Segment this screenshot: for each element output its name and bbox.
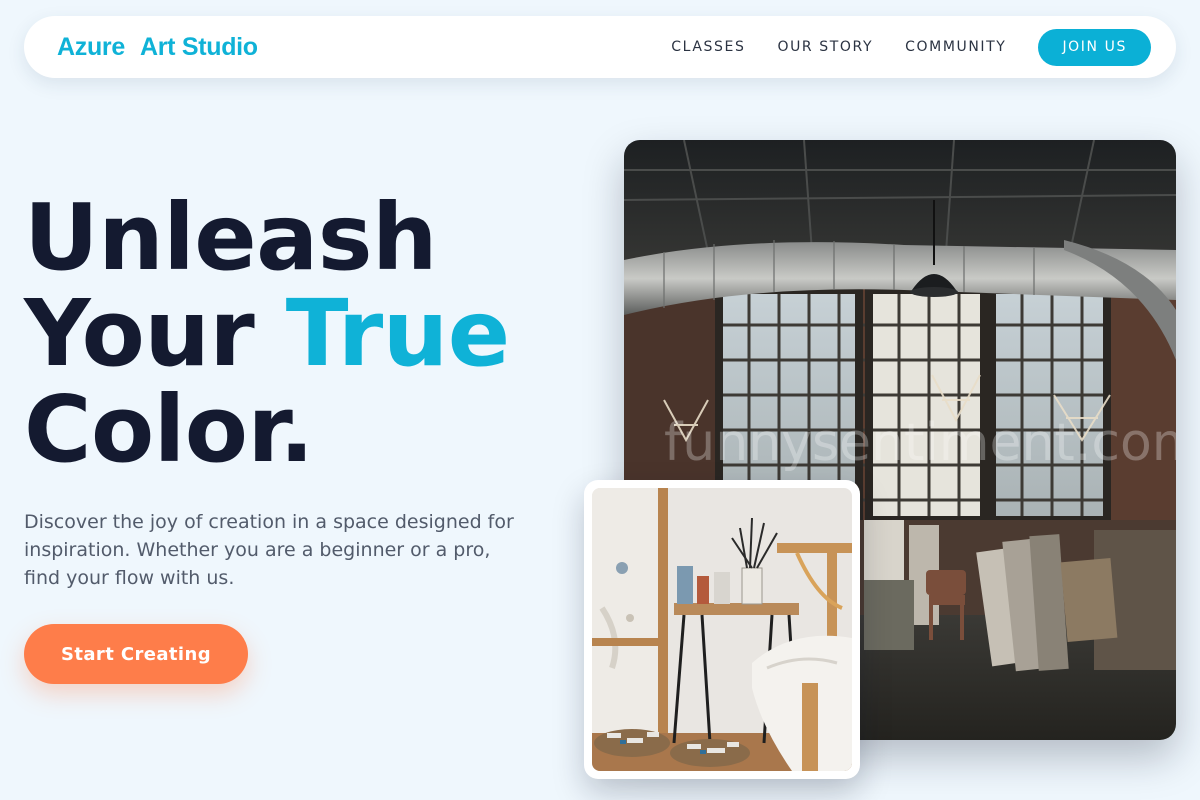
- logo-word-art-studio: Art Studio: [139, 32, 258, 61]
- hero-description: Discover the joy of creation in a space …: [24, 511, 514, 589]
- headline-line-1: Unleash: [24, 184, 437, 291]
- nav-links: CLASSES OUR STORY COMMUNITY JOIN US: [671, 28, 1151, 66]
- headline-word-your: Your: [24, 280, 255, 387]
- art-supplies-photo: [592, 488, 852, 771]
- nav-link-our-story[interactable]: OUR STORY: [777, 39, 873, 55]
- nav-link-classes[interactable]: CLASSES: [671, 39, 745, 55]
- page: Azure Art Studio CLASSES OUR STORY COMMU…: [0, 0, 1200, 800]
- top-navbar: Azure Art Studio CLASSES OUR STORY COMMU…: [24, 16, 1176, 78]
- headline-word-true: True: [285, 280, 510, 387]
- logo-word-azure: Azure: [57, 32, 125, 61]
- join-us-button[interactable]: JOIN US: [1038, 28, 1151, 66]
- headline-line-3: Color.: [24, 376, 314, 483]
- brand-logo[interactable]: Azure Art Studio: [57, 33, 258, 62]
- hero-headline: Unleash Your True Color.: [24, 190, 510, 478]
- art-supplies-illustration: [592, 488, 852, 771]
- headline-line-2: Your True: [24, 286, 510, 382]
- art-supplies-photo-frame: [584, 480, 860, 779]
- photo-watermark: funnysentiment.com: [664, 413, 1176, 473]
- nav-link-community[interactable]: COMMUNITY: [905, 39, 1006, 55]
- start-creating-button[interactable]: Start Creating: [24, 624, 248, 684]
